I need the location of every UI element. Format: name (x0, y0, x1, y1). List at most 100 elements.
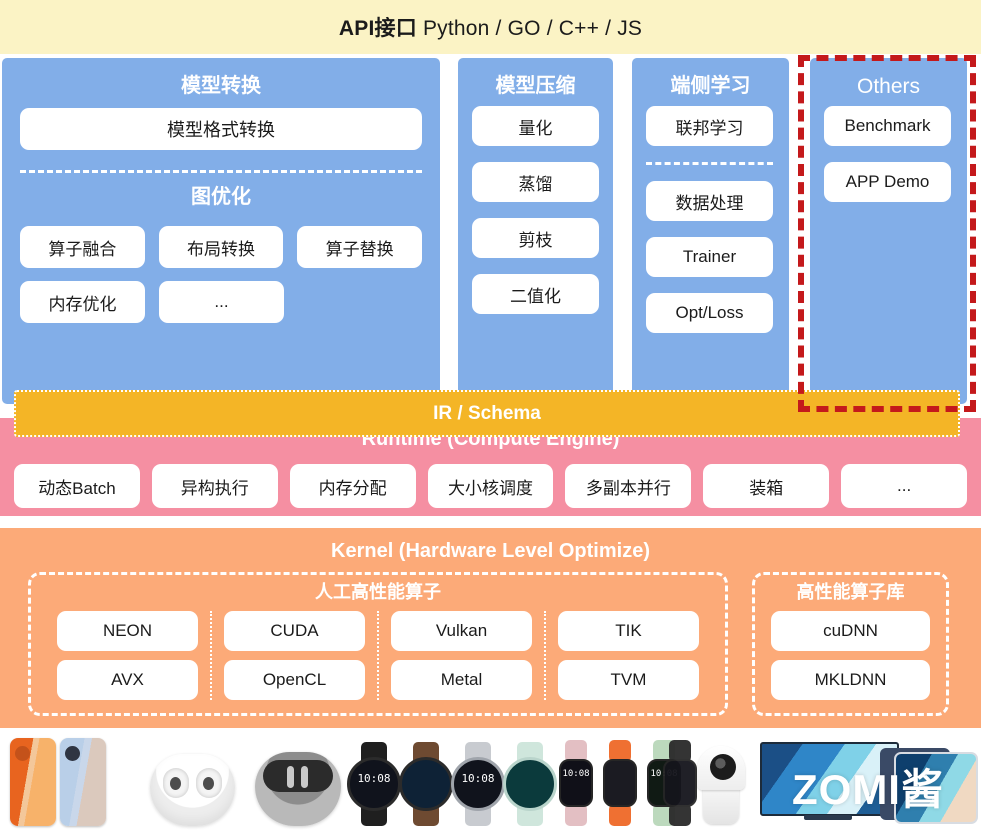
watch-face (399, 757, 453, 811)
chip-heterogeneous-execution[interactable]: 异构执行 (152, 464, 278, 508)
column-title-edge-learning: 端侧学习 (632, 58, 789, 96)
band-screen: 10:08 (559, 759, 593, 807)
manual-column-1: NEON AVX (45, 611, 210, 700)
edge-learning-item-stack: 联邦学习 数据处理 Trainer Opt/Loss (646, 106, 773, 349)
chip-pruning[interactable]: 剪枝 (472, 218, 599, 258)
smartwatch-silver-image: 10:08 (452, 742, 504, 826)
security-camera-image (695, 746, 747, 824)
kernel-band: Kernel (Hardware Level Optimize) 人工高性能算子… (0, 528, 981, 728)
chip-more-runtime[interactable]: ... (841, 464, 967, 508)
ir-schema-bar: IR / Schema (14, 390, 960, 437)
watch-face: 10:08 (347, 757, 401, 811)
watch-time-label: 10:08 (454, 772, 502, 785)
api-band-label: API接口 Python / GO / C++ / JS (339, 12, 642, 42)
chip-operator-fusion[interactable]: 算子融合 (20, 226, 145, 268)
group-manual-high-perf-operators: 人工高性能算子 NEON AVX CUDA OpenCL Vulkan Meta… (28, 572, 728, 716)
chip-trainer[interactable]: Trainer (646, 237, 773, 277)
chip-mkldnn[interactable]: MKLDNN (771, 660, 930, 700)
runtime-items: 动态Batch 异构执行 内存分配 大小核调度 多副本并行 装箱 ... (14, 464, 967, 508)
chip-operator-replace[interactable]: 算子替换 (297, 226, 422, 268)
chip-federated-learning[interactable]: 联邦学习 (646, 106, 773, 146)
chip-layout-transform[interactable]: 布局转换 (159, 226, 284, 268)
band-strap-bottom (609, 804, 631, 826)
subsection-title-graph-optimization: 图优化 (2, 180, 440, 209)
chip-tvm[interactable]: TVM (558, 660, 699, 700)
column-edge-learning: 端侧学习 联邦学习 数据处理 Trainer Opt/Loss (632, 58, 789, 404)
column-title-model-compression: 模型压缩 (458, 58, 613, 96)
chip-memory-optimization[interactable]: 内存优化 (20, 281, 145, 323)
camera-head (697, 746, 745, 790)
camera-cluster-icon (15, 746, 30, 761)
chip-quantization[interactable]: 量化 (472, 106, 599, 146)
watch-face (503, 757, 557, 811)
chip-bin-packing[interactable]: 装箱 (703, 464, 829, 508)
architecture-diagram: API接口 Python / GO / C++ / JS 模型转换 模型格式转换… (0, 0, 981, 830)
column-model-conversion: 模型转换 模型格式转换 图优化 算子融合 布局转换 算子替换 内存优化 ... (2, 58, 440, 404)
chip-tik[interactable]: TIK (558, 611, 699, 651)
band-strap-bottom (669, 804, 691, 826)
group-title-operator-library: 高性能算子库 (755, 575, 946, 601)
smartphone-orange-image (10, 738, 56, 826)
band-strap-bottom (565, 804, 587, 826)
api-languages: Python / GO / C++ / JS (417, 17, 642, 40)
chip-more-graph-opt[interactable]: ... (159, 281, 284, 323)
fitness-band-orange-image (600, 740, 640, 826)
fitness-band-black-image (660, 740, 700, 826)
chip-data-processing[interactable]: 数据处理 (646, 181, 773, 221)
smartwatch-black-image: 10:08 (348, 742, 400, 826)
chip-opt-loss[interactable]: Opt/Loss (646, 293, 773, 333)
fitness-band-pink-image: 10:08 (556, 740, 596, 826)
column-model-compression: 模型压缩 量化 蒸馏 剪枝 二值化 (458, 58, 613, 404)
camera-cluster-icon (65, 746, 80, 761)
operator-library-items: cuDNN MKLDNN (771, 611, 930, 700)
chip-memory-allocation[interactable]: 内存分配 (290, 464, 416, 508)
smartwatch-brown-image (400, 742, 452, 826)
watch-time-label: 10:08 (350, 772, 398, 785)
group-title-manual-operators: 人工高性能算子 (31, 575, 725, 601)
chip-big-little-core-scheduling[interactable]: 大小核调度 (428, 464, 554, 508)
chip-distillation[interactable]: 蒸馏 (472, 162, 599, 202)
chip-avx[interactable]: AVX (57, 660, 198, 700)
earbud-left (163, 768, 189, 798)
framework-strip: 模型转换 模型格式转换 图优化 算子融合 布局转换 算子替换 内存优化 ... … (0, 58, 981, 404)
manual-column-4: TIK TVM (544, 611, 711, 700)
column-title-model-conversion: 模型转换 (2, 58, 440, 96)
manual-column-3: Vulkan Metal (377, 611, 544, 700)
earbud-stem-left (287, 766, 294, 788)
chip-cuda[interactable]: CUDA (224, 611, 365, 651)
api-cn-label: API接口 (339, 17, 417, 40)
smartwatch-mint-image (504, 742, 556, 826)
column-others: Others Benchmark APP Demo (810, 58, 967, 404)
others-item-stack: Benchmark APP Demo (824, 106, 951, 218)
chip-cudnn[interactable]: cuDNN (771, 611, 930, 651)
camera-lens (710, 754, 736, 780)
smartphone-blue-image (60, 738, 106, 826)
graph-opt-row-1: 算子融合 布局转换 算子替换 (20, 226, 422, 268)
chip-neon[interactable]: NEON (57, 611, 198, 651)
chip-model-format-conversion[interactable]: 模型格式转换 (20, 108, 422, 150)
watermark-label: ZOMI酱 (792, 756, 944, 817)
earbud-stem-right (301, 766, 308, 788)
chip-binarization[interactable]: 二值化 (472, 274, 599, 314)
band-screen (663, 759, 697, 807)
chip-dynamic-batch[interactable]: 动态Batch (14, 464, 140, 508)
compression-item-stack: 量化 蒸馏 剪枝 二值化 (472, 106, 599, 330)
group-high-perf-operator-library: 高性能算子库 cuDNN MKLDNN (752, 572, 949, 716)
api-band: API接口 Python / GO / C++ / JS (0, 0, 981, 54)
band-time-label: 10:08 (561, 769, 591, 779)
chip-multi-replica-parallel[interactable]: 多副本并行 (565, 464, 691, 508)
watch-face: 10:08 (451, 757, 505, 811)
manual-operator-columns: NEON AVX CUDA OpenCL Vulkan Metal TIK TV… (45, 611, 711, 700)
earbuds-case-lid (263, 760, 333, 792)
earbud-right (196, 768, 222, 798)
graph-opt-row-2: 内存优化 ... (20, 281, 422, 323)
chip-benchmark[interactable]: Benchmark (824, 106, 951, 146)
earbuds-white-image (150, 754, 235, 826)
conversion-divider (20, 170, 422, 173)
column-title-others: Others (810, 58, 967, 97)
earbuds-gray-image (255, 752, 341, 826)
chip-opencl[interactable]: OpenCL (224, 660, 365, 700)
chip-vulkan[interactable]: Vulkan (391, 611, 532, 651)
chip-metal[interactable]: Metal (391, 660, 532, 700)
chip-app-demo[interactable]: APP Demo (824, 162, 951, 202)
